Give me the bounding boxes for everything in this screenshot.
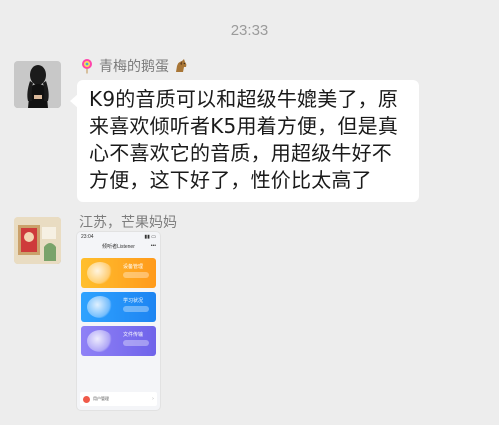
card-label: 文件传输 xyxy=(123,332,144,338)
card-device-management: 设备管理 xyxy=(81,258,156,288)
phone-status-bar: 23:04 ▮▮ ▭ xyxy=(77,232,160,243)
sender-name-text: 青梅的鹅蛋 xyxy=(99,59,169,75)
phone-status-time: 23:04 xyxy=(81,234,94,240)
avatar-photo xyxy=(14,61,61,108)
horse-icon xyxy=(176,59,187,72)
card-label: 设备管理 xyxy=(123,264,144,270)
phone-status-icons: ▮▮ ▭ xyxy=(144,234,156,240)
phone-app-title: 倾听者Listener ••• xyxy=(77,243,160,253)
phone-bottom-entry: 用户管理 › xyxy=(80,392,157,406)
avatar[interactable] xyxy=(14,61,61,108)
card-illustration xyxy=(87,262,113,284)
lollipop-icon xyxy=(82,59,92,74)
avatar[interactable] xyxy=(14,217,61,264)
user-icon xyxy=(83,395,90,403)
card-pill xyxy=(123,272,149,278)
card-file-transfer: 文件传输 xyxy=(81,326,156,356)
sender-name: 青梅的鹅蛋 xyxy=(79,56,189,76)
card-study-status: 学习状况 xyxy=(81,292,156,322)
bottom-label: 用户管理 xyxy=(93,396,109,401)
sender-name-text: 江苏，芒果妈妈 xyxy=(79,215,177,231)
card-pill xyxy=(123,306,149,312)
card-label: 学习状况 xyxy=(123,298,144,304)
sender-name: 江苏，芒果妈妈 xyxy=(79,212,177,232)
chevron-right-icon: › xyxy=(152,396,154,402)
image-message-screenshot[interactable]: 23:04 ▮▮ ▭ 倾听者Listener ••• 设备管理 学习状况 文件传… xyxy=(77,232,160,410)
card-pill xyxy=(123,340,149,346)
card-illustration xyxy=(87,330,113,352)
avatar-photo xyxy=(14,217,61,264)
card-illustration xyxy=(87,296,113,318)
message-bubble[interactable]: K9的音质可以和超级牛媲美了，原来喜欢倾听者K5用着方便，但是真心不喜欢它的音质… xyxy=(70,80,419,202)
message-text: K9的音质可以和超级牛媲美了，原来喜欢倾听者K5用着方便，但是真心不喜欢它的音质… xyxy=(89,87,399,192)
timestamp: 23:33 xyxy=(230,22,269,39)
phone-app-title-text: 倾听者Listener xyxy=(102,244,135,250)
more-icon: ••• xyxy=(150,243,156,249)
